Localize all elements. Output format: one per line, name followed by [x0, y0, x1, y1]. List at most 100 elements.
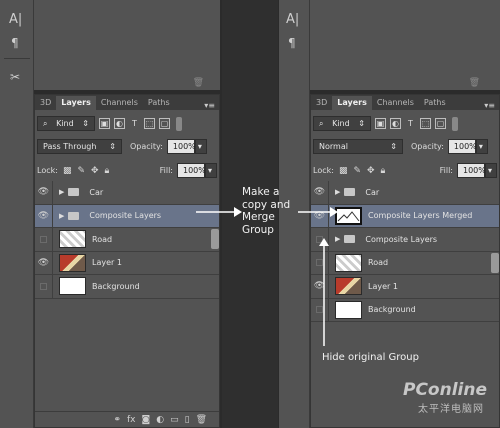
- fx-icon[interactable]: fx: [127, 415, 136, 425]
- pixel-filter-icon[interactable]: ▣: [375, 118, 386, 129]
- fill-label: Fill:: [159, 166, 173, 175]
- adjustment-icon[interactable]: ◐: [156, 415, 164, 425]
- tab-paths[interactable]: Paths: [419, 96, 451, 110]
- mask-icon[interactable]: ◙: [142, 415, 151, 425]
- search-icon: ⌕: [319, 119, 324, 128]
- layer-row-layer-1[interactable]: 👁︎ Layer 1: [311, 275, 499, 299]
- trash-icon[interactable]: 🗑: [193, 78, 204, 88]
- tool-presets-icon[interactable]: ✂: [10, 70, 20, 84]
- blend-mode-select[interactable]: Normal ⇕: [313, 139, 403, 154]
- lock-image-icon[interactable]: ✎: [353, 166, 361, 176]
- lock-row: Lock: ▩ ✎ ✥ 🔒︎ Fill: 100% ▾: [37, 163, 217, 178]
- new-group-icon[interactable]: ▭: [170, 415, 179, 425]
- filter-kind-select[interactable]: ⌕ Kind ⇕: [313, 116, 371, 131]
- blend-row: Pass Through ⇕ Opacity: 100% ▾: [37, 139, 217, 154]
- road-thumbnail: [335, 253, 362, 272]
- tab-layers[interactable]: Layers: [56, 96, 96, 110]
- eye-icon[interactable]: 👁︎: [35, 204, 53, 227]
- smart-object-filter-icon[interactable]: ▢: [435, 118, 446, 129]
- scrollbar-thumb[interactable]: [491, 252, 499, 273]
- character-panel-icon[interactable]: A|: [9, 12, 22, 27]
- adjustment-filter-icon[interactable]: ◐: [114, 118, 125, 129]
- tab-layers[interactable]: Layers: [332, 96, 372, 110]
- expand-caret-icon[interactable]: ▶: [59, 212, 64, 220]
- left-layer-list: 👁︎ ▶ Car 👁︎ ▶ Composite Layers Road 👁︎ L…: [35, 181, 219, 299]
- fill-dropdown[interactable]: ▾: [485, 163, 497, 178]
- layer-row-composite-layers[interactable]: 👁︎ ▶ Composite Layers: [35, 204, 219, 228]
- watermark-logo: PConline: [403, 380, 488, 400]
- new-layer-icon[interactable]: ▯: [185, 415, 190, 425]
- tab-3d[interactable]: 3D: [35, 96, 56, 110]
- fill-dropdown[interactable]: ▾: [205, 163, 217, 178]
- shape-filter-icon[interactable]: ⬚: [420, 118, 431, 129]
- visibility-toggle[interactable]: [35, 275, 53, 298]
- type-filter-icon[interactable]: T: [129, 118, 140, 129]
- lock-all-icon[interactable]: 🔒︎: [381, 166, 386, 176]
- folder-icon: [344, 188, 356, 197]
- blend-mode-value: Normal: [319, 142, 348, 151]
- expand-caret-icon[interactable]: ▶: [335, 188, 340, 196]
- opacity-input[interactable]: 100%: [447, 139, 477, 154]
- adjustment-filter-icon[interactable]: ◐: [390, 118, 401, 129]
- smart-object-filter-icon[interactable]: ▢: [159, 118, 170, 129]
- paragraph-panel-icon[interactable]: ¶: [11, 36, 19, 50]
- layer-row-road[interactable]: Road: [35, 228, 219, 252]
- paragraph-panel-icon[interactable]: ¶: [288, 36, 296, 50]
- lock-transparent-icon[interactable]: ▩: [63, 166, 72, 176]
- tab-3d[interactable]: 3D: [311, 96, 332, 110]
- layer-row-composite-layers[interactable]: ▶ Composite Layers: [311, 228, 499, 252]
- left-tool-strip: A| ¶ ✂: [0, 0, 34, 428]
- delete-icon[interactable]: 🗑: [196, 415, 207, 425]
- arrow-hide-original-icon: [319, 238, 329, 346]
- panel-menu-icon[interactable]: ▾≡: [204, 101, 215, 110]
- layer-row-composite-layers-merged[interactable]: 👁︎ Composite Layers Merged: [311, 204, 499, 228]
- filter-kind-value: Kind: [332, 119, 350, 128]
- opacity-label: Opacity:: [411, 142, 444, 151]
- fill-input[interactable]: 100%: [177, 163, 206, 178]
- expand-caret-icon[interactable]: ▶: [59, 188, 64, 196]
- visibility-toggle[interactable]: [35, 228, 53, 251]
- filter-kind-select[interactable]: ⌕ Kind ⇕: [37, 116, 95, 131]
- lock-position-icon[interactable]: ✥: [367, 166, 375, 176]
- opacity-dropdown[interactable]: ▾: [194, 139, 207, 154]
- layer-row-layer-1[interactable]: 👁︎ Layer 1: [35, 251, 219, 275]
- filter-toggle[interactable]: [176, 116, 182, 131]
- tab-paths[interactable]: Paths: [143, 96, 175, 110]
- layer-name: Road: [368, 258, 389, 268]
- layer-row-road[interactable]: Road: [311, 251, 499, 275]
- expand-caret-icon[interactable]: ▶: [335, 235, 340, 243]
- panel-menu-icon[interactable]: ▾≡: [484, 101, 495, 110]
- shape-filter-icon[interactable]: ⬚: [144, 118, 155, 129]
- character-panel-icon[interactable]: A|: [286, 12, 299, 27]
- opacity-input[interactable]: 100%: [166, 139, 196, 154]
- folder-icon: [68, 211, 80, 220]
- layer-row-car[interactable]: 👁︎ ▶ Car: [35, 181, 219, 205]
- background-thumbnail: [59, 277, 86, 296]
- filter-toggle[interactable]: [452, 116, 458, 131]
- fill-input[interactable]: 100%: [457, 163, 486, 178]
- eye-icon[interactable]: 👁︎: [311, 181, 329, 204]
- eye-icon[interactable]: 👁︎: [35, 181, 53, 204]
- layer-row-car[interactable]: 👁︎ ▶ Car: [311, 181, 499, 205]
- lock-all-icon[interactable]: 🔒︎: [105, 166, 110, 176]
- blend-mode-select[interactable]: Pass Through ⇕: [37, 139, 122, 154]
- layer-row-background[interactable]: Background: [35, 275, 219, 299]
- opacity-dropdown[interactable]: ▾: [475, 139, 488, 154]
- lock-position-icon[interactable]: ✥: [91, 166, 99, 176]
- pixel-filter-icon[interactable]: ▣: [99, 118, 110, 129]
- type-filter-icon[interactable]: T: [405, 118, 416, 129]
- trash-icon[interactable]: 🗑: [469, 78, 480, 88]
- tab-channels[interactable]: Channels: [372, 96, 419, 110]
- eye-icon[interactable]: 👁︎: [35, 251, 53, 274]
- lock-label: Lock:: [37, 166, 58, 175]
- left-layers-panel: 3D Layers Channels Paths ▾≡ ⌕ Kind ⇕ ▣ ◐…: [34, 94, 220, 428]
- layer-row-background[interactable]: Background: [311, 298, 499, 322]
- filter-kind-value: Kind: [56, 119, 74, 128]
- layer-name: Car: [365, 187, 380, 197]
- layer-name: Composite Layers: [89, 211, 162, 221]
- lock-transparent-icon[interactable]: ▩: [339, 166, 348, 176]
- lock-image-icon[interactable]: ✎: [77, 166, 85, 176]
- scrollbar-thumb[interactable]: [211, 229, 219, 250]
- tab-channels[interactable]: Channels: [96, 96, 143, 110]
- link-icon[interactable]: ⚭: [113, 415, 121, 425]
